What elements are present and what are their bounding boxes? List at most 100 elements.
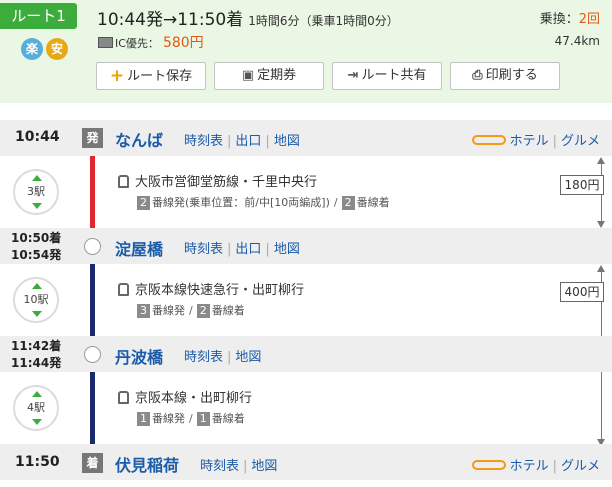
hotel-link[interactable]: ホテル bbox=[510, 134, 549, 149]
line-info: 京阪本線・出町柳行 bbox=[118, 387, 252, 406]
chevron-up-icon bbox=[32, 391, 42, 397]
line-info: 京阪本線快速急行・出町柳行 bbox=[118, 279, 304, 298]
save-route-label: ルート保存 bbox=[127, 69, 193, 84]
exit-link[interactable]: 出口 bbox=[235, 134, 261, 149]
route-times: 10:44発→11:50着 1時間6分（乗車1時間0分） bbox=[97, 5, 399, 30]
train-icon bbox=[118, 283, 129, 296]
stop-count: 4駅 bbox=[27, 401, 45, 414]
station-row-namba: 10:44 発 なんば 時刻表 | 出口 | 地図 ホテル | グルメ bbox=[0, 120, 612, 156]
timetable-link[interactable]: 時刻表 bbox=[200, 459, 239, 474]
transfer-count: 乗換：2回 bbox=[540, 8, 600, 27]
route-label: ルート1 bbox=[0, 3, 77, 29]
timetable-link[interactable]: 時刻表 bbox=[184, 134, 223, 149]
departure-platform-number: 2 bbox=[137, 196, 150, 210]
chevron-down-icon bbox=[32, 311, 42, 317]
departure-platform-number: 1 bbox=[137, 412, 150, 426]
stop-count: 3駅 bbox=[27, 185, 45, 198]
departure-platform-text: 番線発 bbox=[152, 412, 185, 425]
arrival-platform-number: 2 bbox=[196, 304, 210, 318]
hotel-link[interactable]: ホテル bbox=[510, 459, 549, 474]
departure-mark: 発 bbox=[82, 128, 103, 148]
map-link[interactable]: 地図 bbox=[274, 134, 300, 149]
arrival-platform-number: 2 bbox=[341, 196, 355, 210]
pass-icon: ▣ bbox=[241, 68, 255, 83]
chevron-up-icon bbox=[32, 283, 42, 289]
stops-toggle[interactable]: 4駅 bbox=[13, 385, 59, 431]
fare-mode-label: IC優先： bbox=[115, 37, 159, 50]
printer-icon: ⎙ bbox=[472, 68, 483, 83]
chevron-down-icon bbox=[32, 419, 42, 425]
line-name[interactable]: 大阪市営御堂筋線・千里中央行 bbox=[135, 175, 317, 190]
fare-summary: IC優先： 580円 bbox=[98, 32, 204, 52]
exit-link[interactable]: 出口 bbox=[235, 242, 261, 257]
train-icon bbox=[118, 175, 129, 188]
ic-card-icon bbox=[98, 37, 113, 48]
arrival-platform-text: 番線着 bbox=[211, 304, 245, 317]
platform-info: 3 番線発/2 番線着 bbox=[137, 302, 245, 318]
station-links: 時刻表 | 出口 | 地図 bbox=[184, 134, 300, 149]
station-links: 時刻表 | 地図 bbox=[200, 459, 278, 474]
share-route-label: ルート共有 bbox=[361, 68, 427, 83]
commuter-pass-label: 定期券 bbox=[257, 68, 297, 83]
print-button[interactable]: ⎙ 印刷する bbox=[450, 62, 560, 90]
platform-info: 2 番線発(乗車位置：前/中[10両編成])/2 番線着 bbox=[137, 194, 390, 210]
arrival-platform-text: 番線着 bbox=[211, 412, 245, 425]
arrival-mark: 着 bbox=[82, 453, 103, 473]
line-name[interactable]: 京阪本線・出町柳行 bbox=[135, 391, 252, 406]
station-links: 時刻表 | 地図 bbox=[184, 350, 262, 365]
departure-platform-number: 3 bbox=[137, 304, 150, 318]
segment-fare: 180円 bbox=[560, 175, 604, 195]
arrival-platform-number: 1 bbox=[196, 412, 210, 426]
transfer-node bbox=[84, 238, 101, 255]
gourmet-link[interactable]: グルメ bbox=[561, 459, 600, 474]
stop-count: 10駅 bbox=[23, 293, 49, 306]
total-distance: 47.4km bbox=[554, 34, 600, 48]
transfer-count-value: 2回 bbox=[578, 12, 600, 27]
station-row-fushimi-inari: 11:50 着 伏見稲荷 時刻表 | 地図 ホテル | グルメ bbox=[0, 444, 612, 480]
departure-time: 11:44発 bbox=[11, 356, 62, 370]
transfer-node bbox=[84, 346, 101, 363]
station-time: 10:44 bbox=[15, 129, 60, 145]
map-link[interactable]: 地図 bbox=[251, 459, 277, 474]
print-label: 印刷する bbox=[485, 68, 538, 83]
fare-range-arrow-down bbox=[597, 221, 605, 228]
rail-line-midosuji bbox=[90, 148, 95, 238]
gourmet-link[interactable]: グルメ bbox=[561, 134, 600, 149]
arrival-platform-text: 番線着 bbox=[356, 196, 390, 209]
plus-icon: + bbox=[109, 66, 125, 86]
arrival-time: 10:50着 bbox=[11, 231, 62, 245]
stops-toggle[interactable]: 3駅 bbox=[13, 169, 59, 215]
map-link[interactable]: 地図 bbox=[274, 242, 300, 257]
line-name[interactable]: 京阪本線快速急行・出町柳行 bbox=[135, 283, 304, 298]
station-name[interactable]: 淀屋橋 bbox=[115, 236, 163, 260]
map-link[interactable]: 地図 bbox=[235, 350, 261, 365]
arrival-time: 11:42着 bbox=[11, 339, 62, 353]
station-name[interactable]: 伏見稲荷 bbox=[115, 452, 179, 476]
line-info: 大阪市営御堂筋線・千里中央行 bbox=[118, 171, 317, 190]
segment-fare: 400円 bbox=[560, 282, 604, 302]
hotel-gourmet-links: ホテル | グルメ bbox=[471, 455, 600, 474]
hotel-gourmet-links: ホテル | グルメ bbox=[471, 130, 600, 149]
station-time: 11:50 bbox=[15, 454, 60, 470]
travel-logo-icon bbox=[471, 460, 506, 470]
share-route-button[interactable]: ⇥ ルート共有 bbox=[332, 62, 442, 90]
departure-arrival-times: 10:44発→11:50着 bbox=[97, 10, 244, 30]
departure-time: 10:54発 bbox=[11, 248, 62, 262]
timetable-link[interactable]: 時刻表 bbox=[184, 242, 223, 257]
commuter-pass-button[interactable]: ▣ 定期券 bbox=[214, 62, 324, 90]
route-detail-page: ルート1 楽 安 10:44発→11:50着 1時間6分（乗車1時間0分） 乗換：… bbox=[0, 0, 612, 487]
departure-platform-text: 番線発 bbox=[152, 304, 185, 317]
train-icon bbox=[118, 391, 129, 404]
total-fare: 580円 bbox=[162, 35, 204, 51]
station-name[interactable]: 丹波橋 bbox=[115, 344, 163, 368]
station-name[interactable]: なんば bbox=[115, 127, 163, 151]
stops-toggle[interactable]: 10駅 bbox=[13, 277, 59, 323]
platform-info: 1 番線発/1 番線着 bbox=[137, 410, 245, 426]
easy-badge: 楽 bbox=[21, 38, 43, 60]
travel-logo-icon bbox=[471, 135, 506, 145]
chevron-down-icon bbox=[32, 203, 42, 209]
save-route-button[interactable]: + ルート保存 bbox=[96, 62, 206, 90]
timetable-link[interactable]: 時刻表 bbox=[184, 350, 223, 365]
departure-platform-text: 番線発(乗車位置：前/中[10両編成]) bbox=[152, 196, 330, 209]
route-summary: ルート1 楽 安 10:44発→11:50着 1時間6分（乗車1時間0分） 乗換：… bbox=[0, 0, 612, 103]
